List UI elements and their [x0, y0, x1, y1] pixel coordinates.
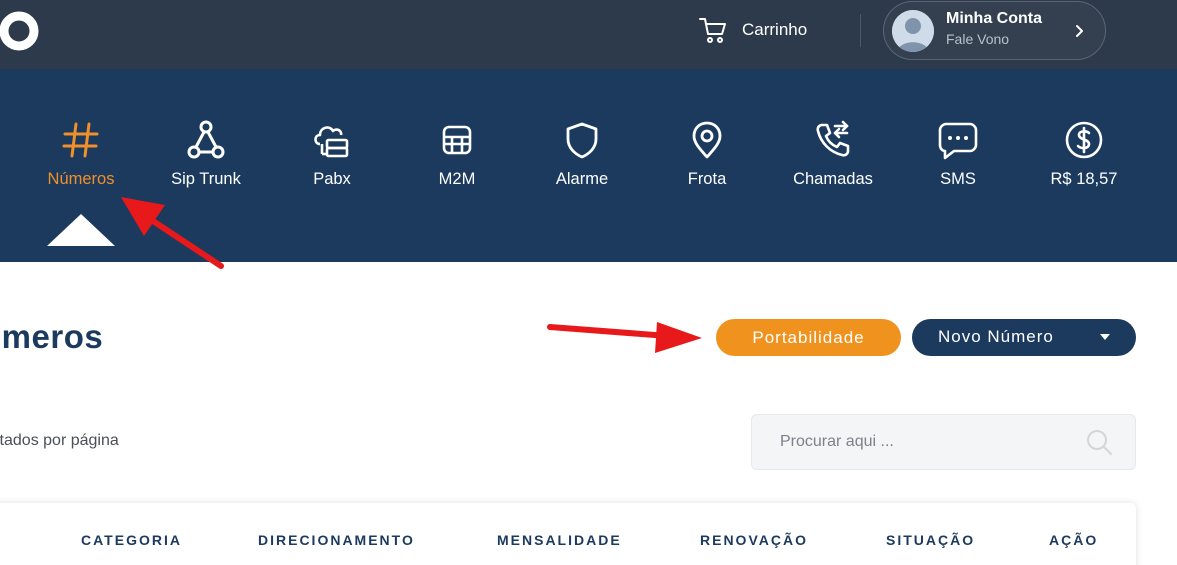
hash-icon: [62, 122, 99, 158]
service-chamadas[interactable]: Chamadas: [773, 118, 893, 189]
active-tab-pointer: [47, 214, 115, 246]
service-sms[interactable]: SMS: [898, 118, 1018, 189]
service-m2m[interactable]: M2M: [397, 118, 517, 189]
account-name: Minha Conta: [946, 10, 1042, 27]
column-header-renovacao[interactable]: RENOVAÇÃO: [700, 532, 808, 548]
shield-icon: [566, 122, 598, 159]
caret-down-icon: [1100, 334, 1110, 340]
service-label: R$ 18,57: [1050, 170, 1118, 188]
phone-transfer-icon: [816, 120, 850, 157]
service-alarme[interactable]: Alarme: [522, 118, 642, 189]
column-header-direcionamento[interactable]: DIRECIONAMENTO: [258, 532, 415, 548]
page-title: úmeros: [0, 318, 104, 355]
service-label: Chamadas: [793, 170, 873, 188]
search-input[interactable]: [752, 415, 1072, 469]
service-balance[interactable]: R$ 18,57: [1024, 118, 1144, 189]
location-pin-icon: [692, 121, 722, 159]
service-label: SMS: [940, 170, 976, 188]
portabilidade-button[interactable]: Portabilidade: [716, 319, 901, 356]
service-label: Números: [47, 170, 115, 188]
service-nav: Números Sip Trunk Pabx M2M Alarme Frota …: [0, 69, 1177, 262]
chevron-right-icon: [1076, 25, 1083, 37]
account-menu-button[interactable]: Minha Conta Fale Vono: [883, 1, 1106, 60]
column-header-situacao[interactable]: SITUAÇÃO: [886, 532, 975, 548]
service-sip-trunk[interactable]: Sip Trunk: [146, 118, 266, 189]
vono-logo[interactable]: [0, 11, 44, 51]
network-nodes-icon: [187, 120, 225, 159]
service-numeros[interactable]: Números: [21, 118, 141, 189]
cart-icon: [699, 18, 726, 43]
annotation-arrow-portabilidade: [547, 322, 702, 353]
novo-numero-label: Novo Número: [938, 327, 1054, 346]
column-header-categoria[interactable]: CATEGORIA: [81, 532, 182, 548]
cloud-server-icon: [314, 126, 349, 158]
service-label: Frota: [687, 170, 727, 188]
chat-bubble-icon: [938, 122, 978, 160]
cart-label: Carrinho: [742, 20, 808, 39]
sim-chip-icon: [442, 125, 472, 155]
cart-button[interactable]: Carrinho: [698, 14, 807, 46]
service-pabx[interactable]: Pabx: [272, 118, 392, 189]
divider: [860, 14, 861, 47]
top-bar: Carrinho Minha Conta Fale Vono: [0, 0, 1177, 69]
service-label: Pabx: [313, 170, 351, 188]
service-label: Alarme: [555, 170, 609, 188]
search-icon[interactable]: [1085, 428, 1113, 456]
user-avatar-icon: [892, 10, 934, 52]
service-label: M2M: [438, 170, 476, 188]
avatar: [892, 10, 934, 52]
search-box: [751, 414, 1136, 470]
service-frota[interactable]: Frota: [647, 118, 767, 189]
account-subtitle: Fale Vono: [946, 31, 1010, 47]
column-header-acao: AÇÃO: [1049, 532, 1099, 548]
dollar-circle-icon: [1065, 121, 1103, 159]
service-label: Sip Trunk: [171, 170, 241, 188]
column-header-mensalidade[interactable]: MENSALIDADE: [497, 532, 622, 548]
novo-numero-button[interactable]: Novo Número: [912, 319, 1136, 356]
results-per-page-label: ltados por página: [0, 432, 119, 449]
